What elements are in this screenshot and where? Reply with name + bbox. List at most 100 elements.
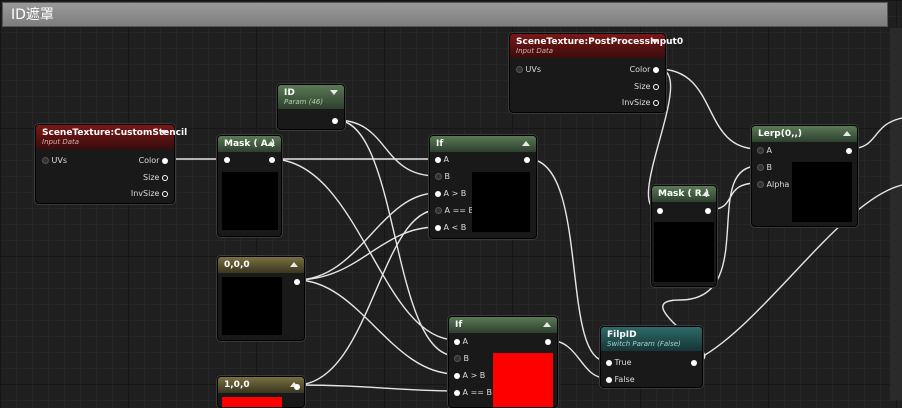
- pin-input[interactable]: [224, 155, 230, 164]
- pin-uvs[interactable]: UVs: [42, 156, 67, 165]
- pin-label: True: [614, 358, 632, 367]
- pin-label: Alpha: [766, 180, 790, 189]
- node-mask-r[interactable]: Mask ( R ): [651, 185, 717, 287]
- pin-size[interactable]: Size: [634, 82, 659, 91]
- pin-a[interactable]: A: [435, 155, 449, 164]
- node-custom-stencil[interactable]: SceneTexture:CustomStencil Input Data UVs…: [35, 124, 187, 204]
- node-header: If: [449, 317, 557, 333]
- pin-label: A < B: [443, 223, 467, 232]
- preview-thumbnail: [493, 353, 553, 407]
- pin-output[interactable]: [846, 146, 852, 155]
- wire-c100-to-if2-eq: [295, 384, 457, 392]
- pin-a-greater-b[interactable]: A > B: [435, 189, 466, 198]
- node-header: 0,0,0: [218, 257, 304, 273]
- collapse-arrow-icon[interactable]: [290, 262, 298, 267]
- pin-output[interactable]: [269, 155, 275, 164]
- node-title: FilpID: [607, 330, 637, 340]
- node-if[interactable]: If A B A > B A == B A < B: [429, 135, 537, 239]
- node-filpid-switch[interactable]: FilpID Switch Param (False) True False: [600, 326, 703, 388]
- pin-label: B: [463, 354, 470, 363]
- collapse-arrow-icon[interactable]: [267, 141, 275, 146]
- pin-dot-icon: [435, 156, 441, 163]
- pin-a-greater-b[interactable]: A > B: [454, 371, 485, 380]
- pin-dot-icon: [454, 389, 460, 396]
- node-if-2[interactable]: If A B A > B A == B: [448, 316, 558, 408]
- pin-output[interactable]: [294, 277, 300, 286]
- pin-dot-icon: [435, 173, 442, 180]
- collapse-arrow-icon[interactable]: [651, 39, 659, 44]
- pin-dot-icon: [657, 207, 663, 214]
- pin-label: False: [614, 375, 635, 384]
- pin-dot-icon: [757, 181, 764, 188]
- collapse-arrow-icon[interactable]: [702, 191, 710, 196]
- pin-label: A: [443, 155, 450, 164]
- pin-dot-icon: [162, 157, 168, 164]
- pin-a-equals-b[interactable]: A == B: [454, 388, 492, 397]
- collapse-arrow-icon[interactable]: [330, 90, 338, 95]
- collapse-arrow-icon[interactable]: [543, 322, 551, 327]
- node-lerp[interactable]: Lerp(0,,) A B Alpha: [751, 125, 858, 227]
- node-constant-100[interactable]: 1,0,0: [217, 376, 305, 408]
- wire-c100-to-if-eq: [295, 209, 438, 386]
- node-postprocess-input[interactable]: SceneTexture:PostProcessInput0 Input Data…: [509, 33, 683, 113]
- pin-output[interactable]: [524, 155, 530, 164]
- pin-dot-icon: [454, 338, 460, 345]
- pin-dot-icon: [524, 156, 530, 163]
- node-constant-000[interactable]: 0,0,0: [217, 256, 305, 341]
- node-mask-a[interactable]: Mask ( A ): [217, 135, 282, 237]
- pin-b[interactable]: B: [757, 163, 772, 172]
- pin-dot-icon: [606, 376, 612, 383]
- node-header: SceneTexture:CustomStencil Input Data: [36, 125, 187, 149]
- pin-label: UVs: [51, 156, 68, 165]
- pin-output[interactable]: [705, 206, 711, 215]
- node-id-param[interactable]: ID Param (46): [277, 84, 345, 130]
- pin-dot-icon: [269, 156, 275, 163]
- pin-dot-icon: [454, 372, 460, 379]
- pin-dot-icon: [435, 224, 441, 231]
- collapse-arrow-icon[interactable]: [522, 141, 530, 146]
- pin-output[interactable]: [691, 358, 697, 367]
- pin-color[interactable]: Color: [139, 156, 168, 165]
- pin-a-less-b[interactable]: A < B: [435, 223, 466, 232]
- pin-a-equals-b[interactable]: A == B: [435, 206, 474, 215]
- pin-invsize[interactable]: InvSize: [622, 98, 659, 107]
- node-header: Mask ( R ): [652, 186, 716, 202]
- pin-label: Color: [629, 65, 651, 74]
- pin-false[interactable]: False: [606, 375, 635, 384]
- pin-true[interactable]: True: [606, 358, 632, 367]
- wire-c000-to-if-gt: [295, 192, 438, 281]
- pin-output[interactable]: [294, 382, 300, 391]
- pin-dot-icon: [606, 359, 612, 366]
- pin-label: B: [766, 163, 773, 172]
- pin-dot-icon: [545, 338, 551, 345]
- preview-thumbnail: [472, 172, 530, 232]
- pin-label: Color: [138, 156, 160, 165]
- pin-label: A == B: [462, 388, 492, 397]
- pin-dot-icon: [653, 66, 659, 73]
- pin-input[interactable]: [657, 206, 663, 215]
- pin-a[interactable]: A: [454, 337, 468, 346]
- pin-a[interactable]: A: [757, 146, 772, 155]
- pin-output[interactable]: [545, 337, 551, 346]
- pin-dot-icon: [294, 278, 300, 285]
- pin-size[interactable]: Size: [143, 173, 168, 182]
- pin-color[interactable]: Color: [630, 65, 659, 74]
- pin-uvs[interactable]: UVs: [516, 65, 541, 74]
- collapse-arrow-icon[interactable]: [843, 131, 851, 136]
- pin-dot-icon: [846, 147, 852, 154]
- node-title: If: [455, 320, 463, 330]
- collapse-arrow-icon[interactable]: [160, 130, 168, 135]
- pin-label: B: [444, 172, 451, 181]
- node-title: If: [436, 139, 444, 149]
- pin-alpha[interactable]: Alpha: [757, 180, 789, 189]
- pin-dot-icon: [294, 383, 300, 390]
- wire-id-to-if-b: [335, 119, 438, 177]
- pin-label: Size: [634, 82, 651, 91]
- pin-b[interactable]: B: [454, 354, 469, 363]
- pin-output[interactable]: [332, 116, 338, 125]
- pin-b[interactable]: B: [435, 172, 450, 181]
- pin-label: A > B: [443, 189, 467, 198]
- pin-dot-icon: [757, 164, 764, 171]
- node-header: 1,0,0: [218, 377, 304, 393]
- pin-invsize[interactable]: InvSize: [131, 189, 168, 198]
